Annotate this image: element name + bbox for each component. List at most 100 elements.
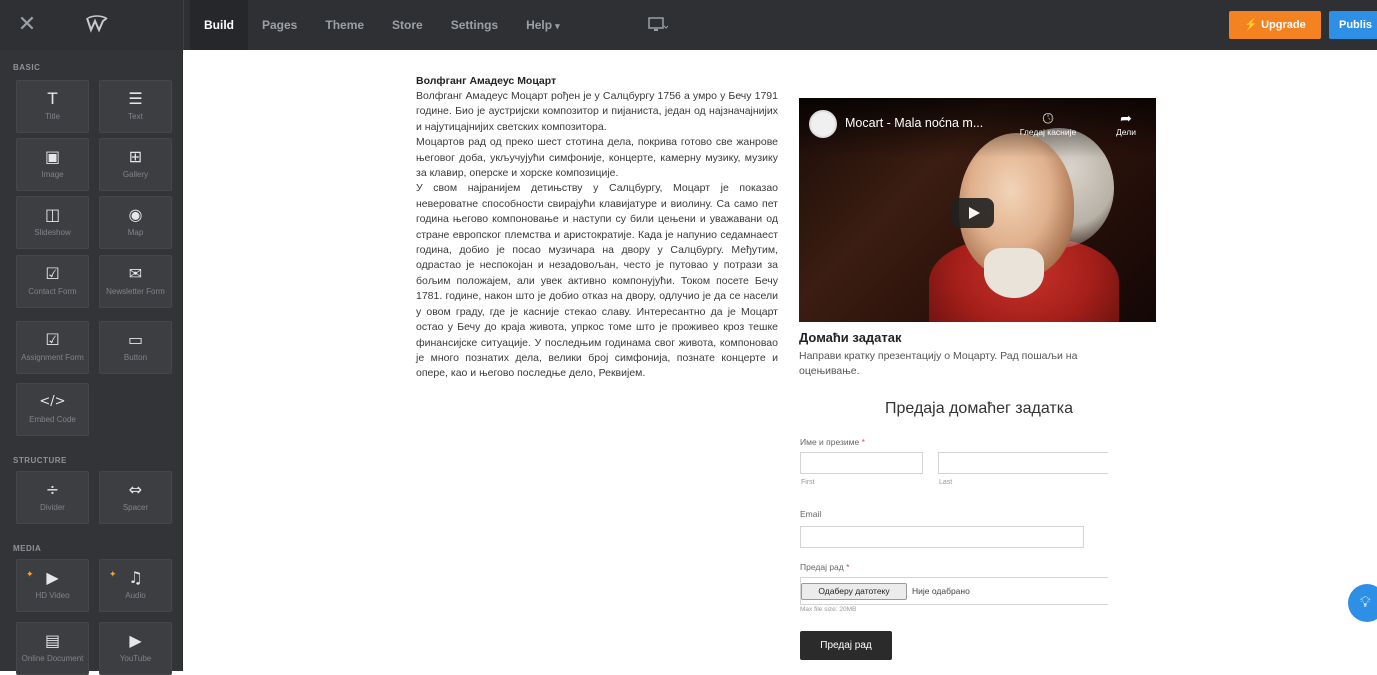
tile-youtube[interactable]: ▶ YouTube <box>99 622 172 675</box>
email-field-label: Email <box>800 509 822 519</box>
tile-divider[interactable]: ÷ Divider <box>16 471 89 524</box>
article-paragraph: У свом најранијем детињству у Салцбургу,… <box>416 182 778 380</box>
article-text-block[interactable]: Волфганг Амадеус Моцарт Волфганг Амадеус… <box>416 74 778 382</box>
tab-help-label: Help <box>526 18 553 32</box>
tile-image[interactable]: ▣ Image <box>16 138 89 191</box>
slideshow-icon: ◫ <box>44 205 61 224</box>
first-name-input[interactable] <box>800 452 923 474</box>
form-icon: ☑ <box>45 264 60 283</box>
required-mark: * <box>861 437 865 447</box>
youtube-video-embed[interactable]: Mocart - Mala noćna m... 🕓︎ Гледај касни… <box>799 98 1156 322</box>
tile-label: Map <box>127 228 144 237</box>
share-label: Дели <box>1116 127 1136 137</box>
last-sublabel: Last <box>939 479 953 486</box>
upload-label-text: Предај рад <box>800 562 844 572</box>
section-basic-label: BASIC <box>13 63 41 72</box>
tile-label: Spacer <box>122 503 149 512</box>
watch-later-button[interactable]: 🕓︎ Гледај касније <box>1013 110 1083 138</box>
tile-label: Gallery <box>122 170 149 179</box>
gallery-icon: ⊞ <box>128 147 143 166</box>
share-button[interactable]: ➦ Дели <box>1101 110 1151 138</box>
email-input[interactable] <box>800 526 1084 548</box>
tile-label: Online Document <box>21 654 84 663</box>
tile-gallery[interactable]: ⊞ Gallery <box>99 138 172 191</box>
tile-label: Text <box>128 112 143 121</box>
tile-label: Divider <box>40 503 65 512</box>
tile-online-document[interactable]: ▤ Online Document <box>16 622 89 675</box>
chevron-down-icon: ▾ <box>555 21 560 31</box>
document-icon: ▤ <box>44 631 61 650</box>
article-paragraph: Моцартов рад од преко шест стотина дела,… <box>416 136 778 180</box>
desktop-icon[interactable] <box>648 17 668 33</box>
name-field-label: Име и презиме * <box>800 437 865 447</box>
video-icon: ▶ <box>46 568 59 587</box>
form-heading: Предаја домаћег задатка <box>885 400 1073 417</box>
section-structure-label: STRUCTURE <box>13 456 67 465</box>
tile-label: Image <box>41 170 64 179</box>
upload-field-label: Предај рад * <box>800 562 849 572</box>
tile-label: Slideshow <box>34 228 71 237</box>
close-icon[interactable]: ✕ <box>14 12 40 38</box>
tile-label: YouTube <box>119 654 152 663</box>
article-title: Волфганг Амадеус Моцарт <box>416 75 557 87</box>
tile-label: Assignment Form <box>21 353 84 362</box>
tile-text[interactable]: ☰ Text <box>99 80 172 133</box>
video-thumbnail-collar <box>984 248 1044 298</box>
tile-hd-video[interactable]: ✦ ▶ HD Video <box>16 559 89 612</box>
channel-avatar[interactable] <box>809 110 837 138</box>
tile-label: Title <box>45 112 60 121</box>
publish-button[interactable]: Publis <box>1329 11 1377 39</box>
homework-title: Домаћи задатак <box>799 330 902 345</box>
tile-label: Audio <box>125 591 146 600</box>
submit-button[interactable]: Предај рад <box>800 631 892 660</box>
image-icon: ▣ <box>44 147 61 166</box>
tile-assignment-form[interactable]: ☑ Assignment Form <box>16 321 89 374</box>
tab-pages[interactable]: Pages <box>248 0 311 50</box>
play-button-icon[interactable] <box>952 198 994 228</box>
section-media-label: MEDIA <box>13 544 42 553</box>
tile-newsletter-form[interactable]: ✉ Newsletter Form <box>99 255 172 308</box>
top-toolbar: ✕ Build Pages Theme Store Settings Help ▾… <box>0 0 1377 50</box>
tile-contact-form[interactable]: ☑ Contact Form <box>16 255 89 308</box>
envelope-icon: ✉ <box>128 264 143 283</box>
tab-theme[interactable]: Theme <box>311 0 378 50</box>
choose-file-button[interactable]: Одаберу датотеку <box>801 583 907 600</box>
tile-button[interactable]: ▭ Button <box>99 321 172 374</box>
video-title[interactable]: Mocart - Mala noćna m... <box>845 116 1005 130</box>
first-sublabel: First <box>801 479 815 486</box>
required-mark: * <box>846 562 850 572</box>
tile-audio[interactable]: ✦ ♫ Audio <box>99 559 172 612</box>
lightbulb-icon: 💡︎ <box>1360 593 1371 611</box>
weebly-logo-icon[interactable] <box>84 13 110 35</box>
text-icon: ☰ <box>128 89 143 108</box>
clock-icon: 🕓︎ <box>1042 110 1054 126</box>
tile-title[interactable]: T Title <box>16 80 89 133</box>
audio-icon: ♫ <box>128 568 143 587</box>
tab-settings[interactable]: Settings <box>437 0 512 50</box>
watch-later-label: Гледај касније <box>1019 127 1077 137</box>
tab-store[interactable]: Store <box>378 0 437 50</box>
share-arrow-icon: ➦ <box>1120 110 1132 126</box>
divider-icon: ÷ <box>45 480 60 499</box>
tile-label: Button <box>123 353 148 362</box>
elements-sidebar: BASIC T Title ☰ Text ▣ Image ⊞ Gallery ◫… <box>0 50 183 675</box>
last-name-input[interactable] <box>938 452 1108 474</box>
tile-spacer[interactable]: ⇔ Spacer <box>99 471 172 524</box>
article-paragraph: Волфганг Амадеус Моцарт рођен је у Салцб… <box>416 90 778 133</box>
tab-help[interactable]: Help ▾ <box>512 0 574 50</box>
youtube-icon: ▶ <box>129 631 142 650</box>
tile-label: Contact Form <box>28 287 77 296</box>
tile-embed-code[interactable]: </> Embed Code <box>16 383 89 436</box>
button-icon: ▭ <box>127 330 144 349</box>
title-icon: T <box>47 89 58 108</box>
help-button[interactable]: 💡︎ <box>1348 584 1377 622</box>
form-icon: ☑ <box>45 330 60 349</box>
tile-label: Newsletter Form <box>106 287 165 296</box>
tile-map[interactable]: ◉ Map <box>99 196 172 249</box>
homework-description: Направи кратку презентацију о Моцарту. Р… <box>799 350 1078 377</box>
tile-label: Embed Code <box>29 415 76 424</box>
toolbar-divider <box>183 0 184 50</box>
tile-slideshow[interactable]: ◫ Slideshow <box>16 196 89 249</box>
tab-build[interactable]: Build <box>190 0 248 50</box>
upgrade-button[interactable]: ⚡ Upgrade <box>1229 11 1321 39</box>
